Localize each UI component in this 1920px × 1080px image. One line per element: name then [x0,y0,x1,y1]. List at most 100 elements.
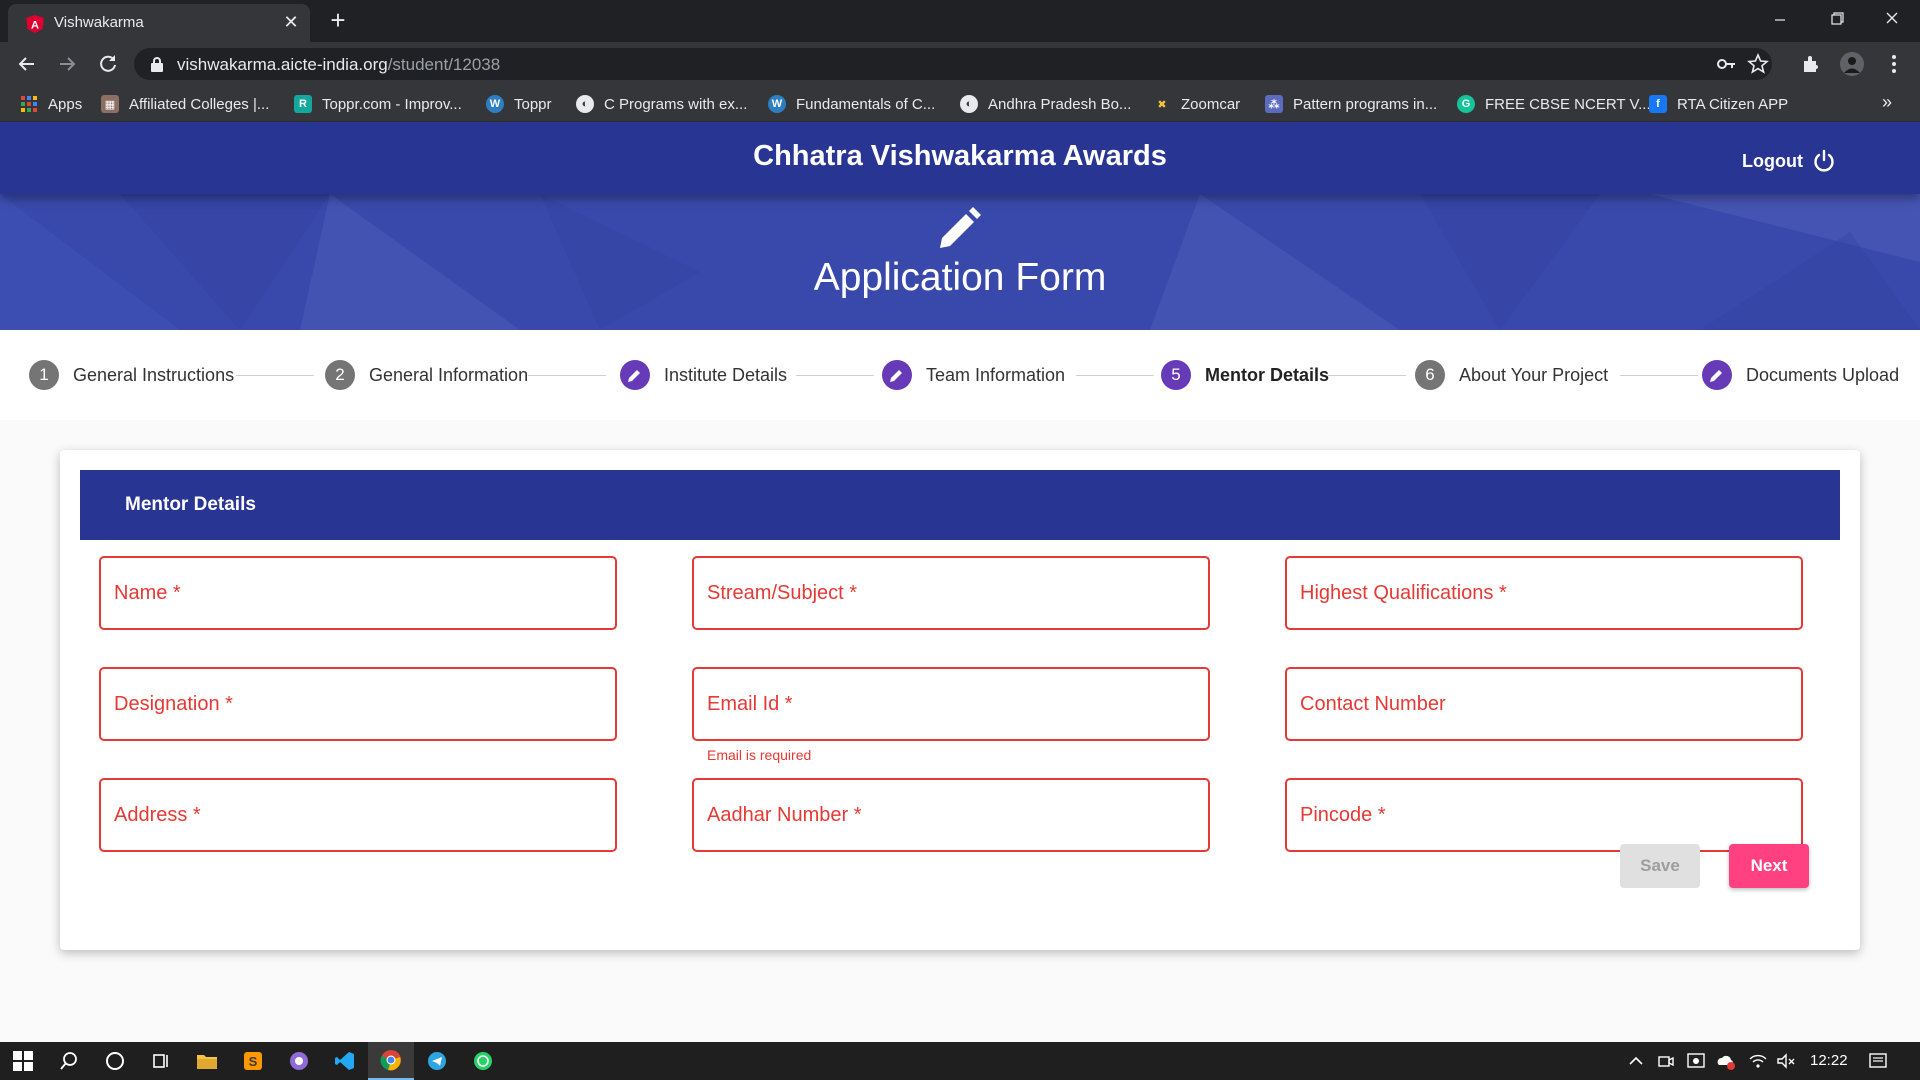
bookmark-c-programs[interactable]: ◐ C Programs with ex... [576,94,747,114]
pattern-icon: ⁂ [1265,95,1283,113]
address-bar[interactable]: vishwakarma.aicte-india.org/student/1203… [134,48,1772,80]
bookmark-toppr-improve[interactable]: R Toppr.com - Improv... [294,94,462,114]
search-icon[interactable] [46,1042,92,1080]
highest-qualifications-field[interactable]: Highest Qualifications * [1285,556,1803,630]
sublime-text-icon[interactable]: S [230,1042,276,1080]
task-view-icon[interactable] [138,1042,184,1080]
reload-icon[interactable] [94,50,122,78]
form-heading: Application Form [813,256,1107,299]
step-general-information[interactable]: 2 General Information [325,359,528,391]
minimize-icon[interactable] [1752,0,1808,42]
step-institute-details[interactable]: Institute Details [620,359,787,391]
bookmark-apps[interactable]: Apps [20,94,82,114]
whatsapp-icon[interactable] [460,1042,506,1080]
tray-chevron-icon[interactable] [1626,1051,1646,1071]
address-placeholder: Address * [114,804,201,826]
browser-tab[interactable]: A Vishwakarma ✕ [8,4,310,42]
step-about-your-project[interactable]: 6 About Your Project [1415,359,1608,391]
bookmark-star-icon[interactable] [1746,52,1770,76]
globe-icon: ◐ [576,95,594,113]
windows-logo-icon [13,1051,33,1071]
onedrive-icon[interactable] [1716,1051,1736,1071]
email-placeholder: Email Id * [707,693,793,715]
extensions-icon[interactable] [1800,52,1824,76]
notifications-icon[interactable] [1868,1051,1888,1071]
bookmarks-overflow-icon[interactable]: » [1882,92,1892,113]
step-connector [236,375,314,376]
hero-banner: Chhatra Vishwakarma Awards Logout Applic… [0,122,1920,330]
bookmark-fundamentals-c[interactable]: W Fundamentals of C... [768,94,935,114]
mentor-details-card: Mentor Details Name * Stream/Subject * H… [60,450,1860,950]
back-icon[interactable] [13,50,41,78]
chrome-menu-icon[interactable] [1882,52,1906,76]
url-text[interactable]: vishwakarma.aicte-india.org/student/1203… [177,55,500,75]
angular-favicon-icon: A [26,15,44,33]
step-label: Mentor Details [1205,364,1330,385]
address-field[interactable]: Address * [99,778,617,852]
bookmark-toppr[interactable]: W Toppr [486,94,552,114]
start-button[interactable] [0,1042,46,1080]
profile-avatar-icon[interactable] [1840,52,1864,76]
bookmark-label: C Programs with ex... [604,95,748,113]
bookmark-label: Fundamentals of C... [796,95,936,113]
forward-icon[interactable] [53,50,81,78]
browser-tabstrip: A Vishwakarma ✕ + [0,0,1920,42]
step-number: 6 [1415,360,1445,390]
stream-subject-field[interactable]: Stream/Subject * [692,556,1210,630]
step-team-information[interactable]: Team Information [882,359,1065,391]
cortana-icon[interactable] [92,1042,138,1080]
bookmark-pattern-programs[interactable]: ⁂ Pattern programs in... [1265,94,1437,114]
bookmark-label: RTA Citizen APP [1677,95,1789,113]
logout-button[interactable]: Logout [1742,148,1837,174]
key-icon[interactable] [1714,52,1738,76]
edit-step-icon [1702,360,1732,390]
step-connector [1328,375,1406,376]
app-purple-icon[interactable] [276,1042,322,1080]
next-button[interactable]: Next [1729,844,1809,888]
chrome-taskbar-icon[interactable] [368,1042,414,1080]
step-general-instructions[interactable]: 1 General Instructions [29,359,234,391]
save-button[interactable]: Save [1620,844,1700,888]
bookmark-andhra-pradesh[interactable]: ◐ Andhra Pradesh Bo... [960,94,1131,114]
toppr-icon: R [294,95,312,113]
telegram-icon[interactable] [414,1042,460,1080]
apps-grid-icon [21,96,37,112]
step-mentor-details[interactable]: 5 Mentor Details [1161,359,1329,391]
name-placeholder: Name * [114,582,181,604]
screen-capture-icon[interactable] [1686,1051,1706,1071]
tab-close-icon[interactable]: ✕ [280,11,302,33]
bookmark-rta-citizen[interactable]: f RTA Citizen APP [1649,94,1788,114]
step-documents-upload[interactable]: Documents Upload [1702,359,1899,391]
restore-icon[interactable] [1808,0,1864,42]
globe-icon: ◐ [960,95,978,113]
taskbar-clock[interactable]: 12:22 [1810,1052,1848,1069]
svg-text:S: S [249,1054,258,1069]
step-label: About Your Project [1459,364,1609,385]
designation-field[interactable]: Designation * [99,667,617,741]
designation-placeholder: Designation * [114,693,233,715]
vscode-icon[interactable] [322,1042,368,1080]
facebook-icon: f [1649,95,1667,113]
bookmark-label: Affiliated Colleges |... [129,95,270,113]
pincode-field[interactable]: Pincode * [1285,778,1803,852]
wifi-icon[interactable] [1748,1051,1768,1071]
file-explorer-icon[interactable] [184,1042,230,1080]
aadhar-number-field[interactable]: Aadhar Number * [692,778,1210,852]
bookmark-label: Andhra Pradesh Bo... [988,95,1132,113]
window-close-icon[interactable] [1864,0,1920,42]
bookmark-label: Toppr.com - Improv... [322,95,462,113]
wordpress-icon: W [768,95,786,113]
logout-label: Logout [1742,150,1803,171]
volume-muted-icon[interactable] [1776,1051,1796,1071]
lock-icon[interactable] [150,56,164,72]
bookmark-affiliated-colleges[interactable]: ▦ Affiliated Colleges |... [101,94,269,114]
edit-step-icon [620,360,650,390]
bookmark-free-cbse[interactable]: G FREE CBSE NCERT V... [1457,94,1651,114]
new-tab-icon[interactable]: + [324,6,352,34]
contact-number-field[interactable]: Contact Number [1285,667,1803,741]
bookmark-zoomcar[interactable]: ✖ Zoomcar [1153,94,1240,114]
email-error-message: Email is required [707,747,812,763]
name-field[interactable]: Name * [99,556,617,630]
email-field[interactable]: Email Id * [692,667,1210,741]
meet-now-icon[interactable] [1656,1051,1676,1071]
